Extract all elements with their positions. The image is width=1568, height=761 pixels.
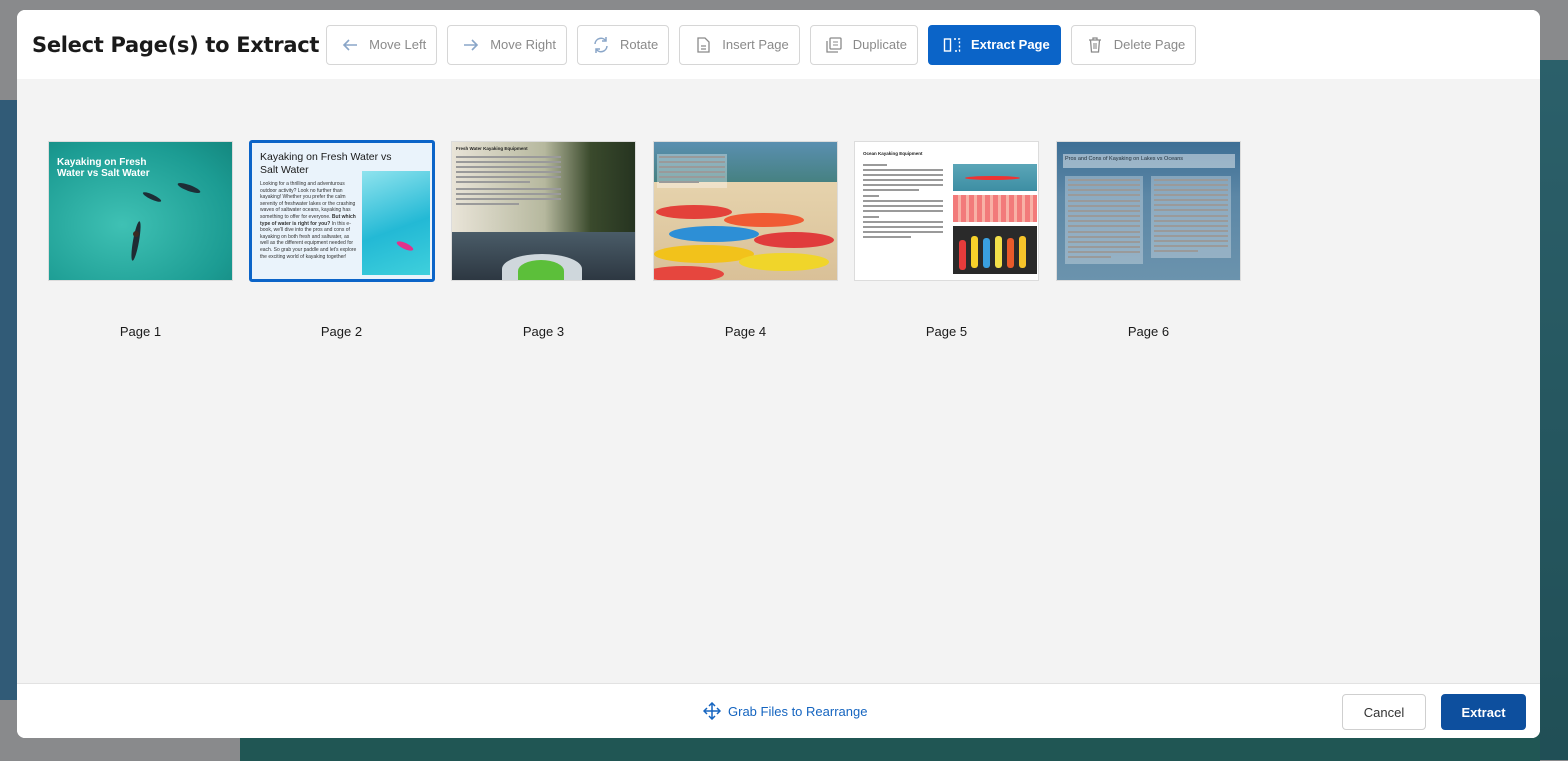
page-6-text-lines-left — [1065, 176, 1143, 264]
page-label: Page 3 — [522, 324, 565, 339]
move-right-button[interactable]: Move Right — [447, 24, 567, 65]
dialog-footer: Grab Files to Rearrange Cancel Extract — [17, 683, 1540, 738]
page-label: Page 1 — [119, 324, 162, 339]
page-thumbnail[interactable] — [653, 141, 838, 281]
move-arrows-icon — [703, 702, 721, 720]
page-3-text-lines — [456, 156, 561, 208]
page-thumbnail[interactable]: Pros and Cons of Kayaking on Lakes vs Oc… — [1056, 141, 1241, 281]
page-thumbnail[interactable]: Kayaking on Fresh Water vs Salt Water — [48, 141, 233, 281]
kayak-photo — [362, 171, 430, 275]
life-vests-photo — [953, 195, 1037, 222]
insert-page-label: Insert Page — [722, 37, 789, 52]
page-thumbnail[interactable]: Fresh Water Kayaking Equipment — [451, 141, 636, 281]
rotate-label: Rotate — [619, 37, 659, 52]
grab-files-label: Grab Files to Rearrange — [728, 703, 868, 719]
delete-page-button[interactable]: Delete Page — [1070, 24, 1197, 65]
trash-icon — [1088, 36, 1101, 53]
kayak-image — [131, 183, 201, 261]
rotate-icon — [594, 36, 608, 53]
page-thumbnail-selected[interactable]: Kayaking on Fresh Water vs Salt Water Lo… — [249, 140, 435, 282]
insert-page-icon — [697, 36, 710, 53]
move-left-label: Move Left — [369, 37, 427, 52]
page-thumbnail-grid: Kayaking on Fresh Water vs Salt Water Pa… — [17, 79, 1540, 683]
kayak-photo — [953, 164, 1037, 191]
cancel-button[interactable]: Cancel — [1342, 694, 1426, 730]
rotate-button[interactable]: Rotate — [576, 24, 670, 65]
extract-pages-dialog: Select Page(s) to Extract Move Left Move… — [17, 10, 1540, 738]
grab-files-to-rearrange[interactable]: Grab Files to Rearrange — [703, 702, 867, 720]
move-right-label: Move Right — [490, 37, 556, 52]
page-6-heading: Pros and Cons of Kayaking on Lakes vs Oc… — [1065, 156, 1184, 162]
insert-page-button[interactable]: Insert Page — [679, 24, 800, 65]
page-5-heading: Ocean Kayaking Equipment — [863, 151, 923, 156]
page-6-text-lines-right — [1151, 176, 1231, 258]
page-2-body-rest: In this e-book, we'll dive into the pros… — [260, 220, 357, 260]
duplicate-icon — [826, 36, 842, 53]
delete-page-label: Delete Page — [1113, 37, 1186, 52]
duplicate-label: Duplicate — [852, 37, 907, 52]
extract-page-label: Extract Page — [970, 37, 1050, 52]
extract-button[interactable]: Extract — [1441, 694, 1526, 730]
page-label: Page 2 — [320, 324, 363, 339]
page-5-text-lines — [863, 164, 943, 241]
page-label: Page 5 — [925, 324, 968, 339]
page-label: Page 4 — [724, 324, 767, 339]
move-left-button[interactable]: Move Left — [326, 24, 438, 65]
page-thumbnail[interactable]: Ocean Kayaking Equipment — [854, 141, 1039, 281]
arrow-left-icon — [342, 38, 358, 51]
page-2-body: Looking for a thrilling and adventurous … — [260, 181, 358, 260]
dialog-header: Select Page(s) to Extract Move Left Move… — [17, 10, 1540, 79]
page-3-heading: Fresh Water Kayaking Equipment — [456, 146, 528, 151]
page-4-text-lines — [657, 154, 727, 188]
extract-page-button[interactable]: Extract Page — [927, 24, 1061, 65]
extract-page-icon — [943, 37, 961, 52]
paddles-photo — [953, 226, 1037, 274]
page-label: Page 6 — [1127, 324, 1170, 339]
arrow-right-icon — [464, 38, 479, 51]
dialog-title: Select Page(s) to Extract — [32, 32, 320, 57]
duplicate-button[interactable]: Duplicate — [809, 24, 918, 65]
